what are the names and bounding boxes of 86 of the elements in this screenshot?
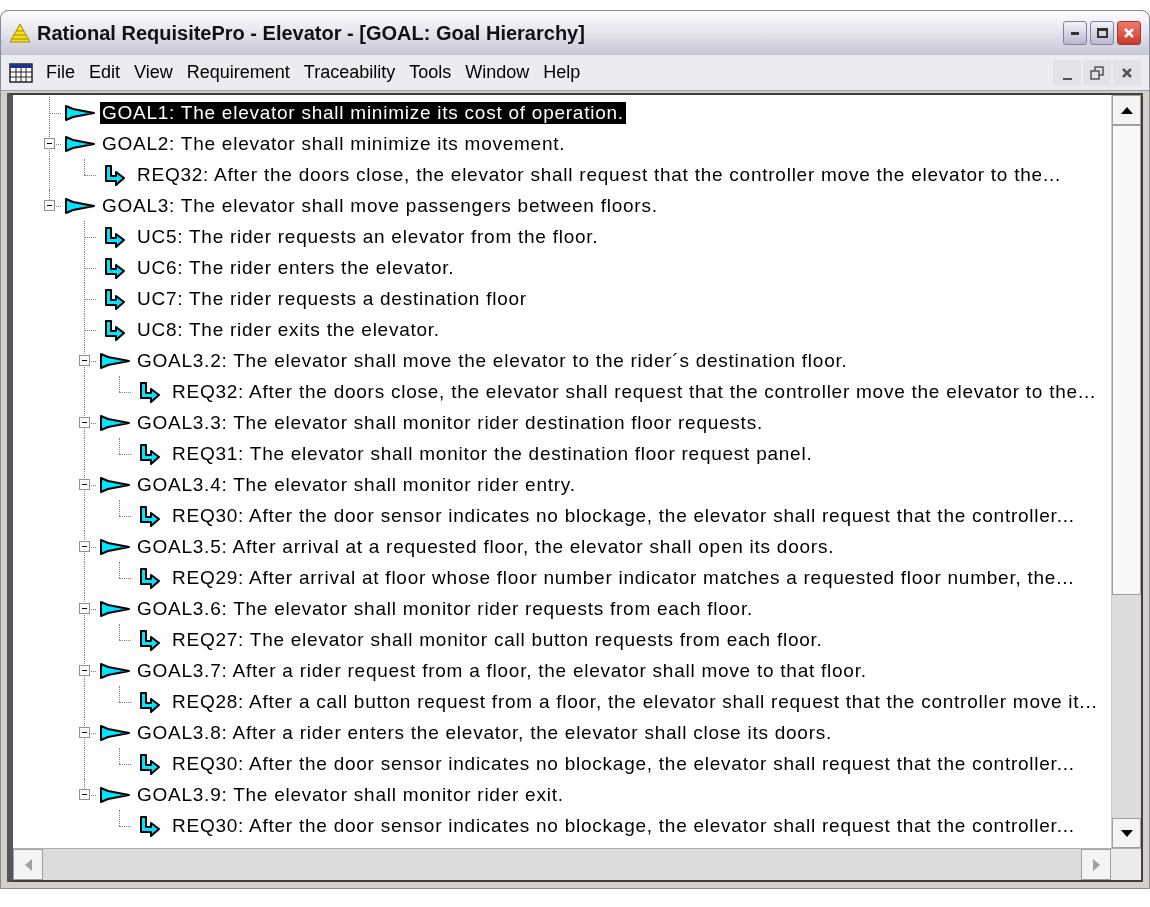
tree-item[interactable]: UC5: The rider requests an elevator from the floor. [135,225,601,248]
tree-item[interactable]: GOAL3.9: The elevator shall monitor rider exit. [135,783,566,806]
pyramid-icon [9,23,31,43]
right-arrow-icon [1092,858,1100,871]
bent-arrow-icon [138,690,161,713]
collapse-toggle[interactable] [78,541,90,552]
pennant-icon [98,350,131,371]
close-icon [1121,66,1133,79]
tree-item[interactable]: GOAL2: The elevator shall minimize its movement. [100,132,568,155]
menu-item[interactable]: File [39,59,82,86]
menu-item[interactable]: Requirement [179,59,297,86]
minimize-button[interactable] [1063,21,1087,45]
pennant-icon [63,102,96,123]
collapse-toggle[interactable] [78,789,90,800]
pennant-icon [98,660,131,681]
vertical-scrollbar[interactable] [1111,95,1141,848]
collapse-toggle[interactable] [78,727,90,738]
scroll-thumb[interactable] [1112,125,1141,595]
tree-item[interactable]: GOAL3.6: The elevator shall monitor rider requests from each floor. [135,597,755,620]
collapse-toggle[interactable] [78,603,90,614]
bent-arrow-icon [138,504,161,527]
tree-item[interactable]: GOAL1: The elevator shall minimize its cost of operation. [100,101,626,124]
collapse-toggle[interactable] [78,417,90,428]
menu-item[interactable]: Tools [402,59,459,86]
pennant-icon [98,536,131,557]
close-icon [1123,27,1135,39]
tree-item[interactable]: REQ32: After the doors close, the elevator shall request that the controller move the elevator to the... [135,163,1063,186]
pennant-icon [98,722,131,743]
tree-item[interactable]: REQ32: After the doors close, the elevator shall request that the controller move the elevator to the... [170,380,1098,403]
menu-item[interactable]: Window [458,59,537,86]
tree-item[interactable]: REQ31: The elevator shall monitor the destination floor request panel. [170,442,815,465]
pennant-icon [98,598,131,619]
tree-item[interactable]: UC8: The rider exits the elevator. [135,318,442,341]
tree-item[interactable]: REQ30: After the door sensor indicates no blockage, the elevator shall request that the controller... [170,504,1077,527]
tree-item[interactable]: GOAL3.4: The elevator shall monitor rider entry. [135,473,578,496]
collapse-toggle[interactable] [78,665,90,676]
collapse-toggle[interactable] [43,138,55,149]
tree-item[interactable]: REQ27: The elevator shall monitor call button requests from each floor. [170,628,825,651]
menu-item[interactable]: Help [536,59,588,86]
tree-item[interactable]: GOAL3: The elevator shall move passengers between floors. [100,194,660,217]
pennant-icon [98,474,131,495]
down-arrow-icon [1120,829,1133,837]
scroll-up-button[interactable] [1112,95,1141,125]
close-button[interactable] [1117,21,1141,45]
up-arrow-icon [1120,106,1133,114]
pennant-icon [98,412,131,433]
grid-icon[interactable] [9,62,33,83]
maximize-button[interactable] [1090,21,1114,45]
bent-arrow-icon [103,225,126,248]
close-button[interactable] [1113,59,1141,86]
tree-item[interactable]: REQ28: After a call button request from a floor, the elevator shall request that the controller move it... [170,690,1100,713]
collapse-toggle[interactable] [78,479,90,490]
bent-arrow-icon [103,256,126,279]
bent-arrow-icon [138,442,161,465]
bent-arrow-icon [138,566,161,589]
tree-item[interactable]: GOAL3.5: After arrival at a requested floor, the elevator shall open its doors. [135,535,837,558]
menu-item[interactable]: Edit [82,59,128,86]
tree-item[interactable]: GOAL3.7: After a rider request from a floor, the elevator shall move to that floor. [135,659,869,682]
menu-item[interactable]: Traceability [296,59,403,86]
collapse-toggle[interactable] [43,200,55,211]
tree-item[interactable]: UC7: The rider requests a destination floor [135,287,529,310]
bent-arrow-icon [138,380,161,403]
tree-item[interactable]: REQ30: After the door sensor indicates no blockage, the elevator shall request that the controller... [170,814,1077,837]
window-title: Rational RequisitePro - Elevator - [GOAL: Goal Hierarchy] [37,21,585,46]
restore-icon [1090,65,1104,80]
scroll-down-button[interactable] [1112,818,1141,848]
pennant-icon [63,133,96,154]
bent-arrow-icon [103,163,126,186]
bent-arrow-icon [138,814,161,837]
restore-button[interactable] [1083,59,1111,86]
minimize-button[interactable] [1053,59,1081,86]
bent-arrow-icon [103,318,126,341]
tree-item[interactable]: REQ29: After arrival at floor whose floor number indicator matches a requested floor number, the... [170,566,1077,589]
tree-item[interactable]: GOAL3.8: After a rider enters the elevator, the elevator shall close its doors. [135,721,835,744]
tree-item[interactable]: REQ30: After the door sensor indicates no blockage, the elevator shall request that the controller... [170,752,1077,775]
left-arrow-icon [24,858,32,871]
pennant-icon [98,784,131,805]
menu-item[interactable]: View [127,59,180,86]
bent-arrow-icon [103,287,126,310]
tree-item[interactable]: GOAL3.3: The elevator shall monitor rider destination floor requests. [135,411,765,434]
pennant-icon [63,195,96,216]
tree-item[interactable]: GOAL3.2: The elevator shall move the elevator to the rider´s destination floor. [135,349,850,372]
bent-arrow-icon [138,752,161,775]
bent-arrow-icon [138,628,161,651]
collapse-toggle[interactable] [78,355,90,366]
tree-item[interactable]: UC6: The rider enters the elevator. [135,256,457,279]
